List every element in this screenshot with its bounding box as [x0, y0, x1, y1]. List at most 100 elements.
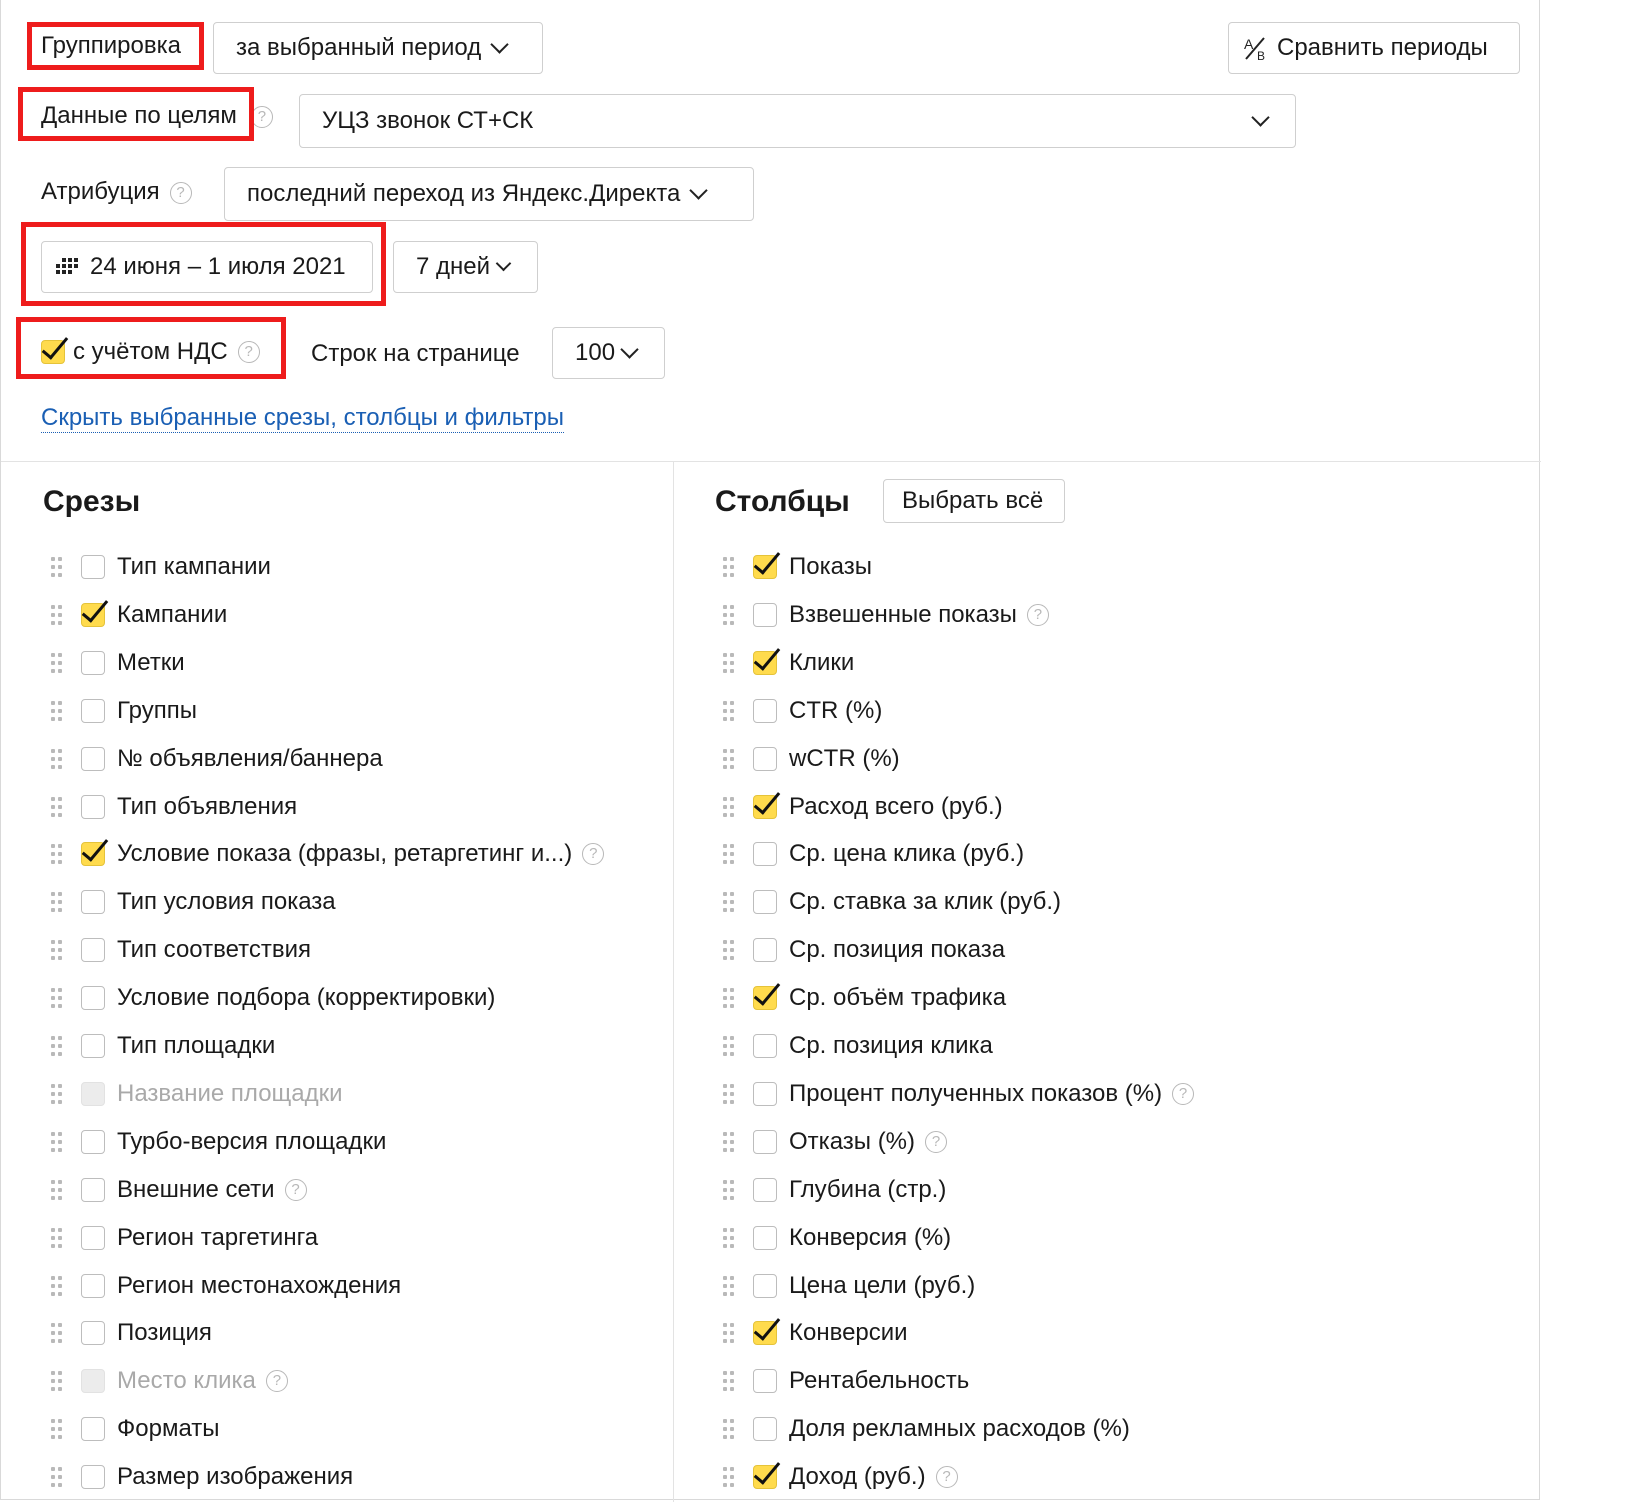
checkbox[interactable] — [81, 1273, 105, 1298]
checkbox[interactable] — [753, 746, 777, 771]
drag-handle-icon[interactable] — [51, 891, 65, 913]
drag-handle-icon[interactable] — [723, 1418, 737, 1440]
drag-handle-icon[interactable] — [51, 1179, 65, 1201]
drag-handle-icon[interactable] — [51, 1131, 65, 1153]
drag-handle-icon[interactable] — [723, 748, 737, 770]
compare-periods-button[interactable]: A B Сравнить периоды — [1228, 22, 1520, 74]
checkbox[interactable] — [81, 746, 105, 771]
list-item[interactable]: Позиция — [51, 1315, 212, 1351]
drag-handle-icon[interactable] — [723, 891, 737, 913]
checkbox[interactable] — [753, 1081, 777, 1106]
checkbox[interactable] — [753, 650, 777, 675]
drag-handle-icon[interactable] — [723, 1035, 737, 1057]
checkbox[interactable] — [81, 555, 105, 579]
checkbox[interactable] — [753, 1273, 777, 1298]
checkbox[interactable] — [81, 1417, 105, 1442]
drag-handle-icon[interactable] — [723, 1275, 737, 1297]
drag-handle-icon[interactable] — [51, 1227, 65, 1249]
list-item[interactable]: Тип условия показа — [51, 884, 336, 920]
list-item[interactable]: Ср. ставка за клик (руб.) — [723, 884, 1061, 920]
help-icon[interactable]: ? — [582, 843, 605, 866]
list-item[interactable]: Расход всего (руб.) — [723, 789, 1003, 825]
checkbox[interactable] — [753, 1034, 777, 1058]
help-icon[interactable]: ? — [250, 105, 273, 128]
list-item[interactable]: Показы — [723, 549, 872, 585]
select-all-button[interactable]: Выбрать всё — [883, 479, 1065, 523]
date-range-picker[interactable]: 24 июня – 1 июля 2021 — [41, 241, 373, 293]
drag-handle-icon[interactable] — [51, 1418, 65, 1440]
checkbox[interactable] — [753, 555, 777, 579]
checkbox[interactable] — [81, 842, 105, 867]
list-item[interactable]: Регион таргетинга — [51, 1220, 318, 1256]
list-item[interactable]: Процент полученных показов (%)? — [723, 1076, 1195, 1112]
drag-handle-icon[interactable] — [51, 1035, 65, 1057]
list-item[interactable]: Размер изображения — [51, 1459, 353, 1495]
list-item[interactable]: Конверсия (%) — [723, 1220, 951, 1256]
list-item[interactable]: Ср. позиция клика — [723, 1028, 993, 1064]
help-icon[interactable]: ? — [1172, 1082, 1195, 1105]
list-item[interactable]: Глубина (стр.) — [723, 1172, 946, 1208]
drag-handle-icon[interactable] — [723, 1227, 737, 1249]
checkbox[interactable] — [81, 938, 105, 963]
drag-handle-icon[interactable] — [723, 1083, 737, 1105]
drag-handle-icon[interactable] — [51, 843, 65, 865]
drag-handle-icon[interactable] — [51, 556, 65, 578]
help-icon[interactable]: ? — [1026, 603, 1049, 626]
period-select[interactable]: 7 дней — [393, 241, 538, 293]
list-item[interactable]: Тип соответствия — [51, 932, 311, 968]
drag-handle-icon[interactable] — [51, 1275, 65, 1297]
checkbox[interactable] — [753, 794, 777, 819]
checkbox[interactable] — [81, 698, 105, 723]
list-item[interactable]: Доля рекламных расходов (%) — [723, 1411, 1130, 1447]
drag-handle-icon[interactable] — [51, 939, 65, 961]
list-item[interactable]: Ср. цена клика (руб.) — [723, 836, 1024, 872]
checkbox[interactable] — [81, 1177, 105, 1202]
drag-handle-icon[interactable] — [51, 700, 65, 722]
list-item[interactable]: Цена цели (руб.) — [723, 1268, 975, 1304]
checkbox[interactable] — [753, 1321, 777, 1346]
list-item[interactable]: CTR (%) — [723, 693, 882, 729]
rows-per-page-select[interactable]: 100 — [552, 327, 665, 379]
vat-checkbox-box[interactable] — [41, 340, 65, 364]
checkbox[interactable] — [753, 1129, 777, 1154]
list-item[interactable]: Условие подбора (корректировки) — [51, 980, 495, 1016]
vat-checkbox[interactable]: с учётом НДС ? — [41, 334, 260, 370]
list-item[interactable]: Условие показа (фразы, ретаргетинг и...)… — [51, 836, 605, 872]
list-item[interactable]: Рентабельность — [723, 1363, 969, 1399]
drag-handle-icon[interactable] — [51, 748, 65, 770]
checkbox[interactable] — [753, 1177, 777, 1202]
checkbox[interactable] — [81, 1034, 105, 1058]
help-icon[interactable]: ? — [265, 1370, 288, 1393]
checkbox[interactable] — [753, 602, 777, 627]
drag-handle-icon[interactable] — [723, 1466, 737, 1488]
drag-handle-icon[interactable] — [723, 652, 737, 674]
drag-handle-icon[interactable] — [51, 1083, 65, 1105]
checkbox[interactable] — [753, 1465, 777, 1490]
list-item[interactable]: Клики — [723, 645, 854, 681]
list-item[interactable]: № объявления/баннера — [51, 741, 383, 777]
drag-handle-icon[interactable] — [723, 700, 737, 722]
list-item[interactable]: Группы — [51, 693, 197, 729]
list-item[interactable]: Ср. объём трафика — [723, 980, 1006, 1016]
list-item[interactable]: Форматы — [51, 1411, 220, 1447]
checkbox[interactable] — [753, 938, 777, 963]
checkbox[interactable] — [81, 986, 105, 1011]
drag-handle-icon[interactable] — [723, 1179, 737, 1201]
checkbox[interactable] — [81, 602, 105, 627]
help-icon[interactable]: ? — [169, 181, 192, 204]
drag-handle-icon[interactable] — [723, 1131, 737, 1153]
checkbox[interactable] — [81, 1321, 105, 1346]
drag-handle-icon[interactable] — [723, 1322, 737, 1344]
drag-handle-icon[interactable] — [723, 604, 737, 626]
drag-handle-icon[interactable] — [51, 1322, 65, 1344]
checkbox[interactable] — [753, 1225, 777, 1250]
list-item[interactable]: Турбо-версия площадки — [51, 1124, 386, 1160]
grouping-select[interactable]: за выбранный период — [213, 22, 543, 74]
drag-handle-icon[interactable] — [723, 1370, 737, 1392]
checkbox[interactable] — [81, 1225, 105, 1250]
checkbox[interactable] — [81, 650, 105, 675]
goals-select[interactable]: УЦЗ звонок СТ+СК — [299, 94, 1296, 148]
drag-handle-icon[interactable] — [723, 939, 737, 961]
checkbox[interactable] — [81, 890, 105, 915]
list-item[interactable]: Отказы (%)? — [723, 1124, 948, 1160]
